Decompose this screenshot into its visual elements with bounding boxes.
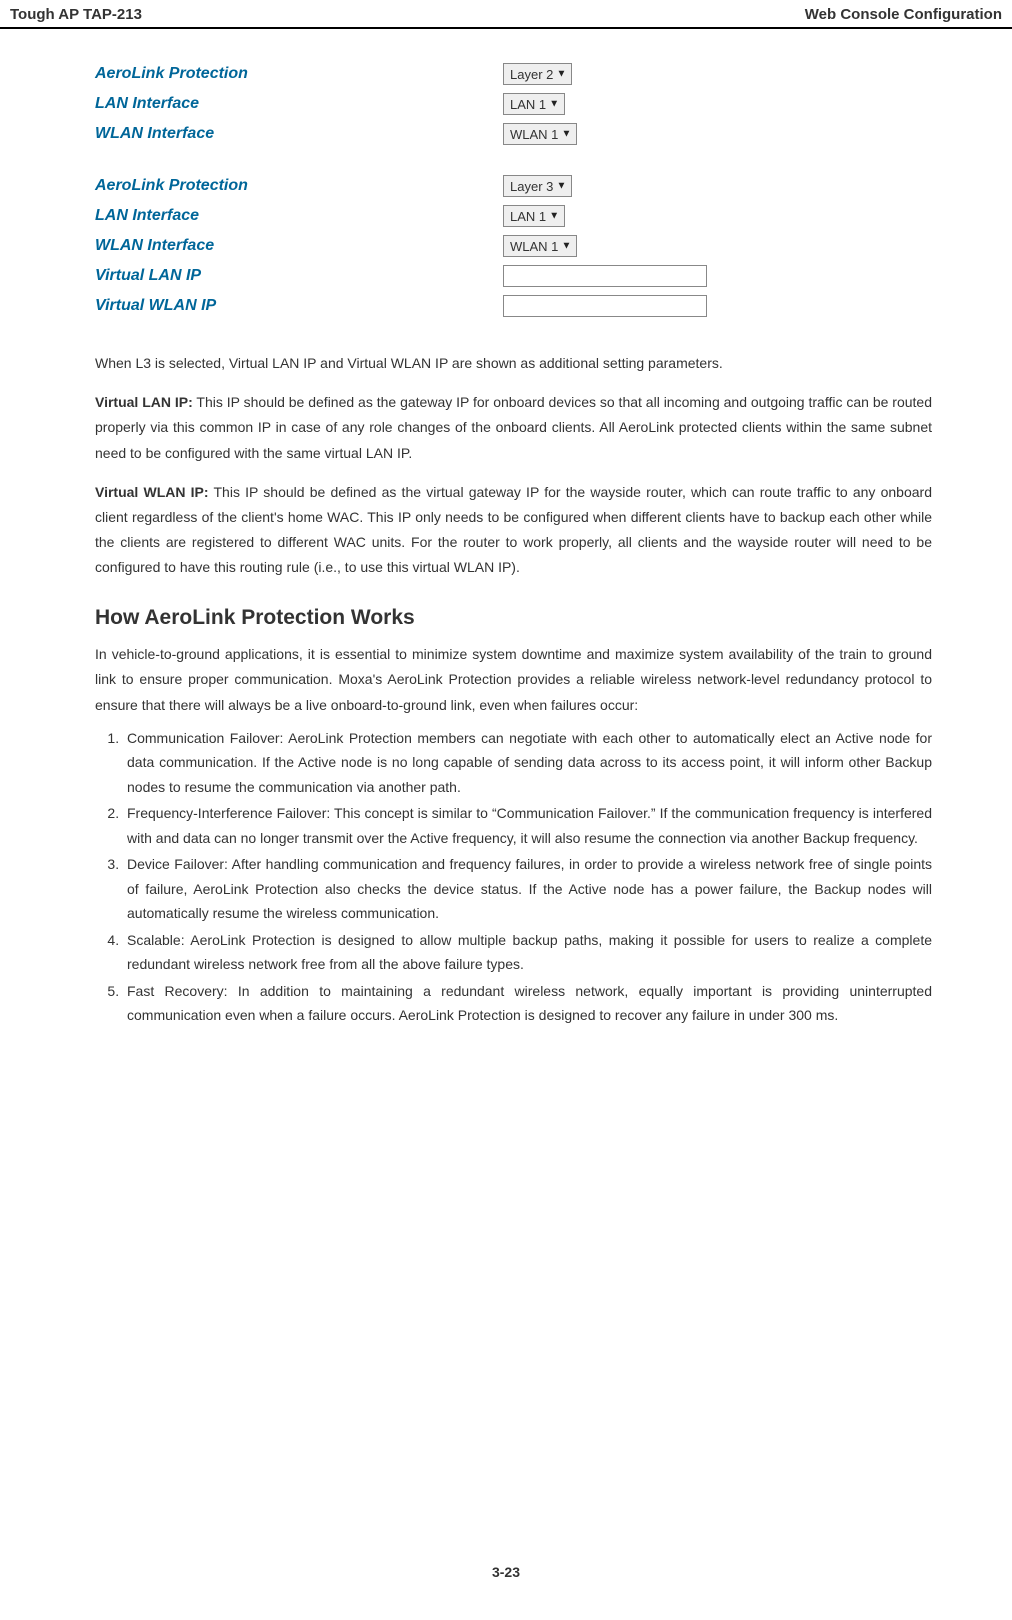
virtual-wlan-ip-input[interactable] xyxy=(503,295,707,317)
aerolink-protection-select[interactable]: Layer 3 ▼ xyxy=(503,175,572,197)
field-label: WLAN Interface xyxy=(95,125,503,143)
lan-interface-select[interactable]: LAN 1 ▼ xyxy=(503,93,565,115)
page-header: Tough AP TAP-213 Web Console Configurati… xyxy=(0,0,1012,29)
page-number: 3-23 xyxy=(0,1564,1012,1580)
field-label: LAN Interface xyxy=(95,95,503,113)
chevron-down-icon: ▼ xyxy=(562,129,572,140)
form-row: Virtual WLAN IP xyxy=(95,291,932,321)
virtual-lan-ip-input[interactable] xyxy=(503,265,707,287)
form-row: LAN Interface LAN 1 ▼ xyxy=(95,201,932,231)
form-row: WLAN Interface WLAN 1 ▼ xyxy=(95,231,932,261)
feature-list: Communication Failover: AeroLink Protect… xyxy=(95,726,932,1028)
form-block-layer3: AeroLink Protection Layer 3 ▼ LAN Interf… xyxy=(95,171,932,321)
vlan-text: This IP should be defined as the gateway… xyxy=(95,394,932,460)
chevron-down-icon: ▼ xyxy=(549,211,559,222)
field-label: WLAN Interface xyxy=(95,237,503,255)
paragraph-intro: When L3 is selected, Virtual LAN IP and … xyxy=(95,351,932,376)
lan-interface-select[interactable]: LAN 1 ▼ xyxy=(503,205,565,227)
aerolink-protection-select[interactable]: Layer 2 ▼ xyxy=(503,63,572,85)
list-item: Frequency-Interference Failover: This co… xyxy=(123,801,932,850)
body-text: When L3 is selected, Virtual LAN IP and … xyxy=(95,351,932,1028)
chevron-down-icon: ▼ xyxy=(556,181,566,192)
list-item: Fast Recovery: In addition to maintainin… xyxy=(123,979,932,1028)
header-right: Web Console Configuration xyxy=(805,6,1002,23)
form-row: LAN Interface LAN 1 ▼ xyxy=(95,89,932,119)
chevron-down-icon: ▼ xyxy=(562,241,572,252)
select-value: LAN 1 xyxy=(510,97,546,112)
field-label: AeroLink Protection xyxy=(95,65,503,83)
field-label: Virtual WLAN IP xyxy=(95,297,503,315)
form-row: AeroLink Protection Layer 3 ▼ xyxy=(95,171,932,201)
form-row: Virtual LAN IP xyxy=(95,261,932,291)
vwlan-text: This IP should be defined as the virtual… xyxy=(95,484,932,576)
section-heading: How AeroLink Protection Works xyxy=(95,599,932,637)
list-item: Communication Failover: AeroLink Protect… xyxy=(123,726,932,800)
form-row: AeroLink Protection Layer 2 ▼ xyxy=(95,59,932,89)
list-item: Scalable: AeroLink Protection is designe… xyxy=(123,928,932,977)
wlan-interface-select[interactable]: WLAN 1 ▼ xyxy=(503,123,577,145)
chevron-down-icon: ▼ xyxy=(556,69,566,80)
header-left: Tough AP TAP-213 xyxy=(10,6,142,23)
select-value: LAN 1 xyxy=(510,209,546,224)
select-value: WLAN 1 xyxy=(510,127,558,142)
section-paragraph: In vehicle-to-ground applications, it is… xyxy=(95,642,932,718)
field-label: AeroLink Protection xyxy=(95,177,503,195)
chevron-down-icon: ▼ xyxy=(549,99,559,110)
field-label: Virtual LAN IP xyxy=(95,267,503,285)
select-value: Layer 2 xyxy=(510,67,553,82)
vlan-label: Virtual LAN IP: xyxy=(95,394,193,410)
paragraph-vwlan: Virtual WLAN IP: This IP should be defin… xyxy=(95,480,932,581)
field-label: LAN Interface xyxy=(95,207,503,225)
page: Tough AP TAP-213 Web Console Configurati… xyxy=(0,0,1012,1620)
select-value: Layer 3 xyxy=(510,179,553,194)
wlan-interface-select[interactable]: WLAN 1 ▼ xyxy=(503,235,577,257)
paragraph-vlan: Virtual LAN IP: This IP should be define… xyxy=(95,390,932,466)
content-area: AeroLink Protection Layer 2 ▼ LAN Interf… xyxy=(0,29,1012,1028)
select-value: WLAN 1 xyxy=(510,239,558,254)
list-item: Device Failover: After handling communic… xyxy=(123,852,932,926)
vwlan-label: Virtual WLAN IP: xyxy=(95,484,209,500)
form-block-layer2: AeroLink Protection Layer 2 ▼ LAN Interf… xyxy=(95,59,932,149)
form-row: WLAN Interface WLAN 1 ▼ xyxy=(95,119,932,149)
